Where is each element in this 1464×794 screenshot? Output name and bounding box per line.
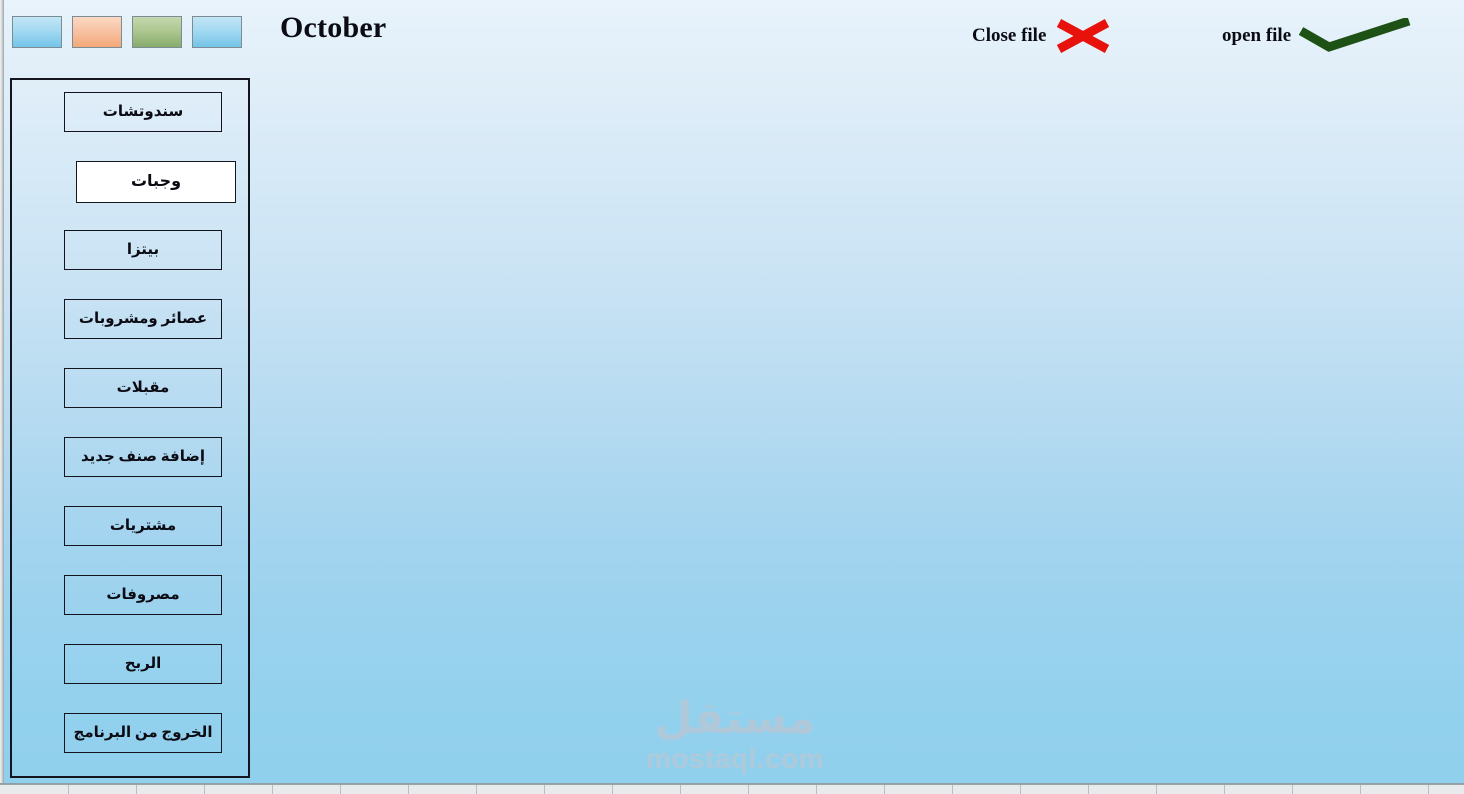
sheet-tick <box>612 785 613 794</box>
sidebar-item-profit[interactable]: الربح <box>64 644 222 684</box>
close-file-button[interactable]: Close file <box>972 18 1114 54</box>
sidebar-item-purchases[interactable]: مشتريات <box>64 506 222 546</box>
open-file-button[interactable]: open file <box>1222 18 1415 54</box>
sidebar-item-add-item[interactable]: إضافة صنف جديد <box>64 437 222 477</box>
sheet-tick <box>680 785 681 794</box>
sheet-tick <box>136 785 137 794</box>
check-icon <box>1298 18 1411 52</box>
sidebar-item-meals[interactable]: وجبات <box>76 161 236 203</box>
sidebar-item-appetizers[interactable]: مقبلات <box>64 368 222 408</box>
swatch-blue-1[interactable] <box>12 16 62 48</box>
sheet-tick <box>884 785 885 794</box>
open-file-label: open file <box>1222 25 1292 46</box>
x-icon <box>1057 19 1110 53</box>
sheet-tick <box>204 785 205 794</box>
sheet-tick <box>1088 785 1089 794</box>
swatch-green[interactable] <box>132 16 182 48</box>
swatch-blue-2[interactable] <box>192 16 242 48</box>
sidebar-item-sandwiches[interactable]: سندوتشات <box>64 92 222 132</box>
application-window: October Close file open file سندوتشات وج… <box>0 0 1464 794</box>
swatch-orange[interactable] <box>72 16 122 48</box>
sheet-tab-strip[interactable] <box>0 784 1464 794</box>
sheet-tick <box>1360 785 1361 794</box>
sheet-tick <box>1292 785 1293 794</box>
sheet-tick <box>1428 785 1429 794</box>
sidebar-item-expenses[interactable]: مصروفات <box>64 575 222 615</box>
sidebar-panel: سندوتشات وجبات بيتزا عصائر ومشروبات مقبل… <box>10 78 250 778</box>
sheet-tick <box>544 785 545 794</box>
sheet-tick <box>1020 785 1021 794</box>
sheet-tick <box>408 785 409 794</box>
sidebar-item-drinks[interactable]: عصائر ومشروبات <box>64 299 222 339</box>
sheet-tick <box>748 785 749 794</box>
sheet-tick <box>340 785 341 794</box>
sidebar-item-exit[interactable]: الخروج من البرنامج <box>64 713 222 753</box>
sheet-tick <box>272 785 273 794</box>
sheet-tick <box>1156 785 1157 794</box>
sheet-tick <box>952 785 953 794</box>
sheet-tick <box>68 785 69 794</box>
sheet-tick <box>1224 785 1225 794</box>
sheet-tick <box>816 785 817 794</box>
sidebar-item-pizza[interactable]: بيتزا <box>64 230 222 270</box>
page-title: October <box>280 11 387 44</box>
close-file-label: Close file <box>972 25 1047 46</box>
sheet-tick <box>476 785 477 794</box>
